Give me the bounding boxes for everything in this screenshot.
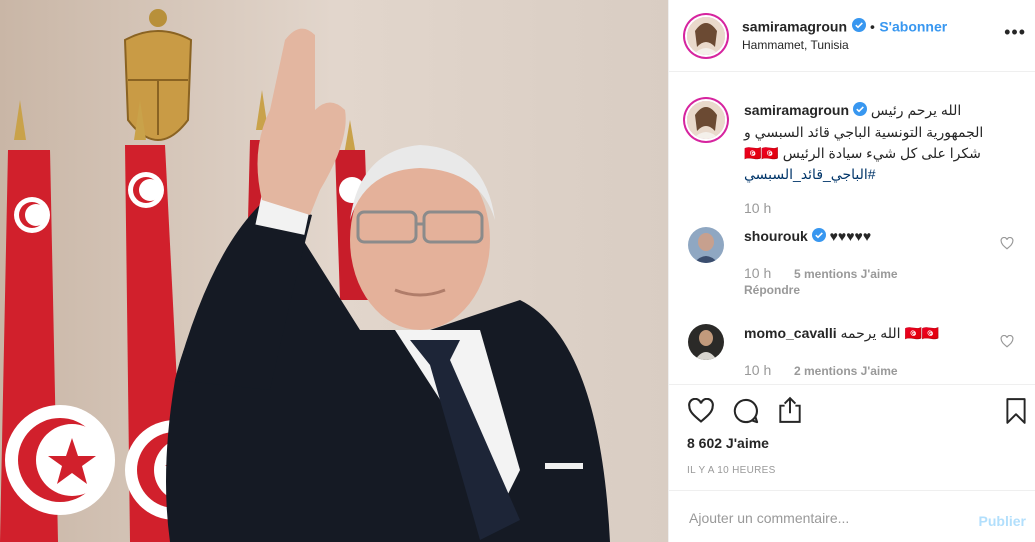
commenter-avatar[interactable] bbox=[688, 227, 724, 263]
post-timestamp[interactable]: IL Y A 10 HEURES bbox=[687, 465, 776, 476]
verified-badge-icon bbox=[811, 227, 826, 248]
caption-username[interactable]: samiramagroun bbox=[744, 102, 849, 118]
like-count[interactable]: 8 602 J'aime bbox=[687, 435, 769, 451]
caption-hashtag[interactable]: #الباجي_قائد_السبسي bbox=[744, 164, 994, 185]
bookmark-icon[interactable] bbox=[1005, 397, 1027, 425]
caption: samiramagroun الله يرحم رئيس الجمهورية ا… bbox=[744, 100, 994, 185]
share-icon[interactable] bbox=[777, 396, 803, 424]
post-location[interactable]: Hammamet, Tunisia bbox=[742, 38, 849, 52]
comment-text: الله يرحمه 🇹🇳🇹🇳 bbox=[840, 325, 940, 341]
like-comment-heart-icon[interactable] bbox=[1000, 237, 1014, 250]
add-comment-bar: Publier bbox=[669, 490, 1035, 542]
comment-icon[interactable] bbox=[732, 397, 760, 425]
publish-button[interactable]: Publier bbox=[979, 513, 1026, 529]
comment-username[interactable]: momo_cavalli bbox=[744, 325, 837, 341]
comments-list[interactable]: samiramagroun الله يرحم رئيس الجمهورية ا… bbox=[669, 72, 1035, 384]
heart-icon[interactable] bbox=[687, 398, 715, 424]
photo-illustration bbox=[0, 0, 668, 542]
comment-text: ♥♥♥♥♥ bbox=[829, 228, 872, 244]
author-avatar[interactable] bbox=[687, 17, 725, 55]
post-side-panel: samiramagroun • S'abonner Hammamet, Tuni… bbox=[668, 0, 1035, 542]
caption-author-avatar[interactable] bbox=[687, 101, 725, 139]
comment-username[interactable]: shourouk bbox=[744, 228, 808, 244]
reply-button[interactable]: Répondre bbox=[744, 283, 800, 297]
comment-shourouk: shourouk ♥♥♥♥♥ bbox=[744, 226, 871, 248]
comment-time[interactable]: 10 h bbox=[744, 265, 771, 281]
like-comment-heart-icon[interactable] bbox=[1000, 335, 1014, 348]
caption-time[interactable]: 10 h bbox=[744, 200, 771, 216]
post-photo[interactable] bbox=[0, 0, 668, 542]
author-username[interactable]: samiramagroun bbox=[742, 19, 847, 35]
verified-badge-icon bbox=[851, 18, 866, 37]
comment-input[interactable] bbox=[687, 505, 961, 531]
post-actions: 8 602 J'aime IL Y A 10 HEURES bbox=[669, 384, 1035, 490]
post-header: samiramagroun • S'abonner Hammamet, Tuni… bbox=[669, 0, 1035, 72]
comment-momo-cavalli: momo_cavalli الله يرحمه 🇹🇳🇹🇳 bbox=[744, 323, 939, 344]
comment-likes[interactable]: 5 mentions J'aime bbox=[794, 267, 898, 281]
more-options-icon[interactable]: ••• bbox=[1004, 22, 1026, 43]
commenter-avatar[interactable] bbox=[688, 324, 724, 360]
comment-likes[interactable]: 2 mentions J'aime bbox=[794, 364, 898, 378]
verified-badge-icon bbox=[852, 101, 867, 122]
follow-button[interactable]: S'abonner bbox=[879, 19, 947, 35]
comment-time[interactable]: 10 h bbox=[744, 362, 771, 378]
